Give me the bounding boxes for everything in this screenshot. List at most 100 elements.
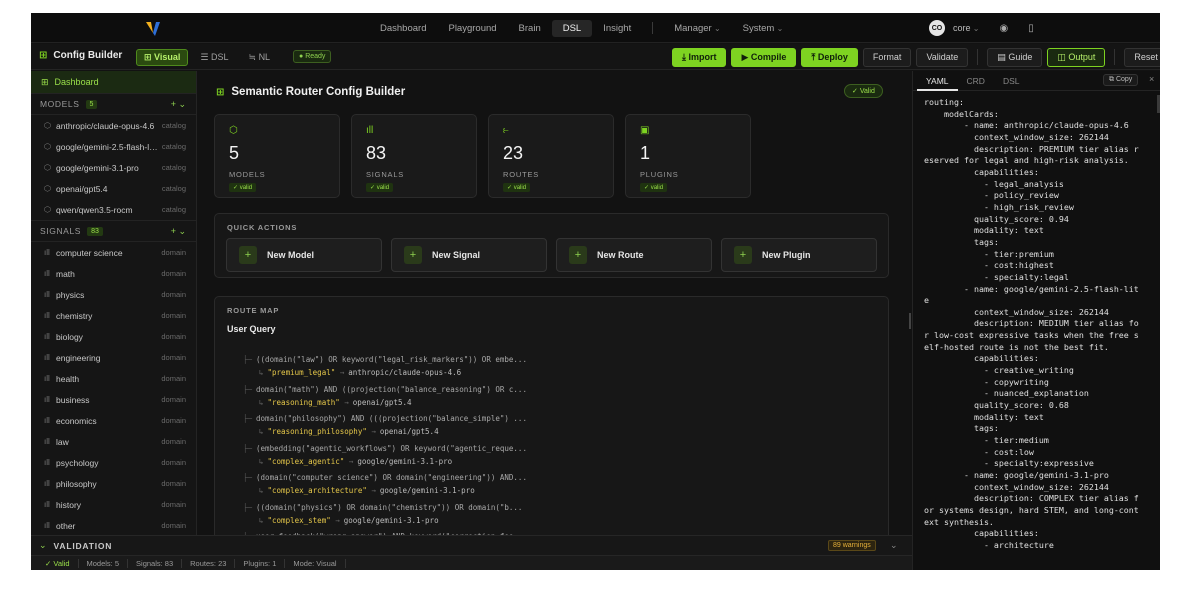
vllm-logo-icon[interactable]: [144, 19, 162, 37]
route-name: "complex_architecture": [267, 486, 367, 495]
import-button[interactable]: ⤓ Import: [672, 48, 727, 67]
grid-icon: ⊞: [144, 52, 155, 62]
stat-card-routes[interactable]: ⥼ 23 ROUTES ✓ valid: [488, 114, 614, 198]
cube-icon: ⬡: [44, 205, 51, 214]
route-entry[interactable]: ├─ (embedding("agentic_workflows") OR key…: [243, 444, 883, 466]
yaml-line: capabilities:: [924, 528, 1039, 539]
user-avatar[interactable]: CO: [929, 20, 945, 36]
sidebar-item[interactable]: ıll philosophy domain: [31, 473, 196, 494]
status-signals: Signals: 83: [128, 558, 183, 568]
nav-brain[interactable]: Brain: [508, 20, 552, 37]
nav-manager-menu[interactable]: Manager: [663, 20, 731, 37]
nav-insight[interactable]: Insight: [592, 20, 642, 37]
sidebar-item[interactable]: ıll physics domain: [31, 284, 196, 305]
format-button[interactable]: Format: [862, 48, 912, 67]
route-name: "reasoning_math": [267, 397, 340, 407]
new-route-button[interactable]: + New Route: [556, 238, 712, 272]
route-model: anthropic/claude-opus-4.6: [348, 368, 462, 377]
main-scrollbar[interactable]: [909, 313, 911, 329]
nav-dsl[interactable]: DSL: [551, 19, 593, 37]
sidebar-item[interactable]: ⬡ google/gemini-2.5-flash-lite catalog: [31, 136, 196, 157]
stat-card-signals[interactable]: ıll 83 SIGNALS ✓ valid: [351, 114, 477, 198]
sidebar-item[interactable]: ıll history domain: [31, 494, 196, 515]
nav-playground[interactable]: Playground: [437, 20, 507, 37]
route-entry[interactable]: ├─ (domain("computer science") OR domain(…: [243, 473, 883, 495]
output-button[interactable]: ◫ Output: [1047, 48, 1106, 67]
route-map-panel: ROUTE MAP User Query ├─ ((domain("law") O…: [214, 296, 889, 535]
tab-dsl[interactable]: DSL: [994, 71, 1029, 91]
mode-nl-button[interactable]: ≒ NL: [241, 49, 279, 66]
sidebar-item[interactable]: ⬡ anthropic/claude-opus-4.6 catalog: [31, 115, 196, 136]
sidebar-item[interactable]: ıll computer science domain: [31, 242, 196, 263]
sidebar-item[interactable]: ıll psychology domain: [31, 452, 196, 473]
yaml-line: context_window_size: 262144: [924, 306, 1109, 317]
tab-crd[interactable]: CRD: [958, 71, 994, 91]
new-plugin-button[interactable]: + New Plugin: [721, 238, 877, 272]
sidebar-item[interactable]: ıll chemistry domain: [31, 305, 196, 326]
ready-status-badge: ● Ready: [293, 50, 332, 63]
validate-button[interactable]: Validate: [916, 48, 969, 67]
stat-card-models[interactable]: ⬡ 5 MODELS ✓ valid: [214, 114, 340, 198]
new-signal-label: New Signal: [432, 250, 481, 260]
warnings-badge[interactable]: 89 warnings: [828, 540, 876, 551]
sidebar-item[interactable]: ıll engineering domain: [31, 347, 196, 368]
arrow-right-icon: →: [339, 397, 349, 407]
route-model: google/gemini-3.1-pro: [379, 486, 475, 495]
route-entry[interactable]: ├─ domain("math") AND ((projection("balan…: [243, 385, 883, 407]
page-title: ⊞ Semantic Router Config Builder: [216, 86, 405, 98]
new-signal-button[interactable]: + New Signal: [391, 238, 547, 272]
add-model-icon[interactable]: + ⌄: [171, 99, 186, 110]
yaml-line: - copywriting: [924, 376, 1049, 387]
route-entry[interactable]: ├─ ((domain("physics") OR domain("chemist…: [243, 503, 883, 525]
sidebar-item-dashboard[interactable]: ⊞ Dashboard: [31, 71, 196, 93]
sidebar-item-label: computer science: [56, 247, 123, 258]
device-icon[interactable]: ▯: [1028, 23, 1034, 34]
mode-visual-button[interactable]: ⊞ Visual: [136, 49, 189, 66]
validation-bar[interactable]: ⌄ VALIDATION 89 warnings ⌄: [31, 535, 912, 555]
sidebar-item[interactable]: ıll health domain: [31, 368, 196, 389]
close-icon[interactable]: ×: [1149, 74, 1154, 84]
add-signal-icon[interactable]: + ⌄: [171, 226, 186, 237]
main-content: ⊞ Semantic Router Config Builder ✓ Valid…: [214, 83, 908, 535]
sidebar-item[interactable]: ⬡ google/gemini-3.1-pro catalog: [31, 157, 196, 178]
chevron-toggle-icon[interactable]: ⌄: [890, 540, 898, 551]
nav-dashboard[interactable]: Dashboard: [369, 20, 437, 37]
sidebar-item[interactable]: ıll math domain: [31, 263, 196, 284]
signal-bars-icon: ıll: [44, 395, 50, 404]
guide-button[interactable]: ▤ Guide: [987, 48, 1043, 67]
sidebar-item[interactable]: ıll biology domain: [31, 326, 196, 347]
nav-system-menu[interactable]: System: [732, 20, 795, 37]
deploy-button[interactable]: ⤒ Deploy: [801, 48, 858, 67]
route-entry[interactable]: ├─ ((domain("law") OR keyword("legal_risk…: [243, 355, 883, 377]
reset-button[interactable]: Reset: [1124, 48, 1160, 67]
sidebar-item-tag: catalog: [161, 184, 186, 193]
new-model-button[interactable]: + New Model: [226, 238, 382, 272]
arrow-icon: ↳: [259, 486, 264, 495]
github-icon[interactable]: ◉: [999, 23, 1008, 34]
user-menu[interactable]: core: [953, 23, 979, 33]
sidebar-item[interactable]: ıll other domain: [31, 515, 196, 535]
sidebar-item-tag: domain: [161, 458, 186, 467]
status-bar: ✓ Valid Models: 5 Signals: 83 Routes: 23…: [31, 555, 912, 570]
yaml-output[interactable]: routing: modelCards: - name: anthropic/c…: [924, 97, 1156, 567]
output-scrollbar[interactable]: [1157, 95, 1160, 113]
tab-yaml[interactable]: YAML: [917, 71, 958, 91]
output-panel: YAML CRD DSL ⧉ Copy × routing: modelCard…: [912, 71, 1160, 570]
chevron-down-icon[interactable]: ⌄: [39, 540, 47, 551]
compile-button[interactable]: ▶ Compile: [731, 48, 797, 67]
ready-status-label: Ready: [305, 53, 326, 60]
stat-card-plugins[interactable]: ▣ 1 PLUGINS ✓ valid: [625, 114, 751, 198]
sidebar-item[interactable]: ⬡ qwen/qwen3.5-rocm catalog: [31, 199, 196, 220]
arrow-right-icon: →: [335, 368, 345, 377]
sidebar-item[interactable]: ıll business domain: [31, 389, 196, 410]
sidebar-item[interactable]: ⬡ openai/gpt5.4 catalog: [31, 178, 196, 199]
sidebar-item-tag: domain: [161, 353, 186, 362]
models-section-header[interactable]: MODELS 5 + ⌄: [31, 93, 196, 115]
signals-section-header[interactable]: SIGNALS 83 + ⌄: [31, 220, 196, 242]
copy-button[interactable]: ⧉ Copy: [1103, 74, 1139, 86]
quick-actions-panel: QUICK ACTIONS + New Model + New Signal +…: [214, 213, 889, 278]
route-entry[interactable]: ├─ domain("philosophy") AND (((projection…: [243, 414, 883, 436]
sidebar-item[interactable]: ıll economics domain: [31, 410, 196, 431]
mode-dsl-button[interactable]: ☰ DSL: [192, 49, 236, 66]
sidebar-item[interactable]: ıll law domain: [31, 431, 196, 452]
